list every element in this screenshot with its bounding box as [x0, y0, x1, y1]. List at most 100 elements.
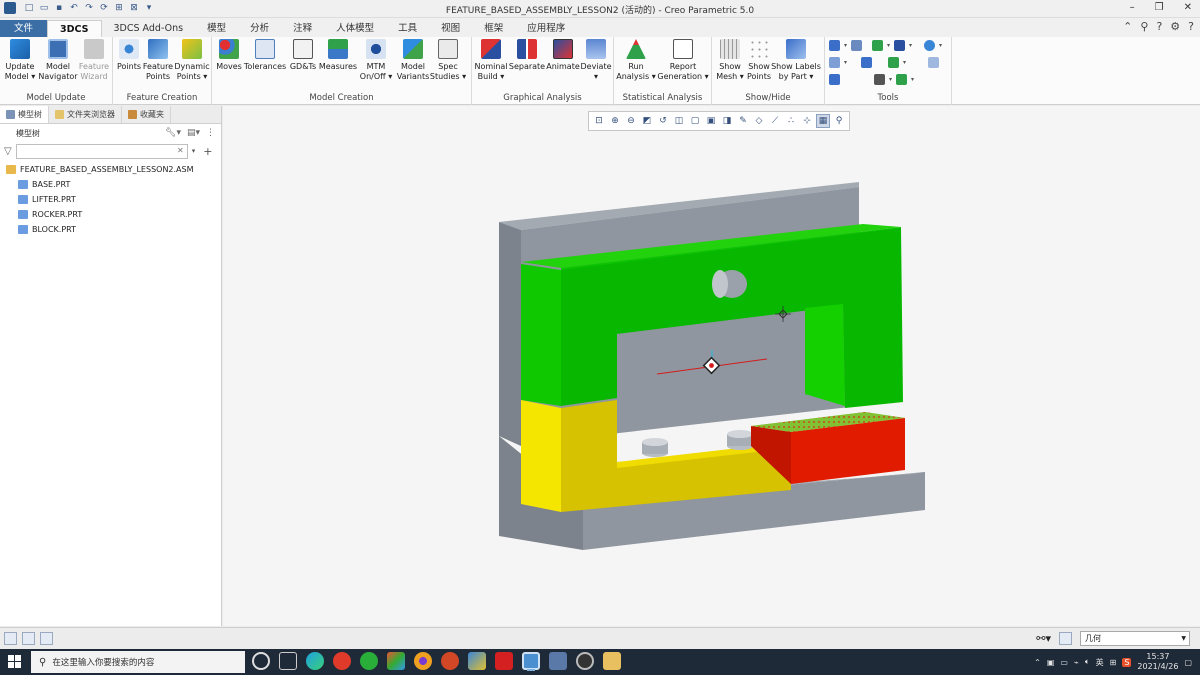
notification-icon[interactable]: ▢	[1184, 658, 1192, 667]
tray-network-icon[interactable]: ▭	[1060, 658, 1068, 667]
tree-item-block[interactable]: BLOCK.PRT	[0, 222, 221, 237]
nominal-build-button[interactable]: Nominal Build ▾	[471, 39, 511, 82]
tolerances-button[interactable]: Tolerances	[244, 39, 286, 72]
tab-manikin[interactable]: 人体模型	[324, 20, 386, 37]
tool-monitor-icon[interactable]	[894, 40, 906, 51]
tab-3dcs[interactable]: 3DCS	[47, 20, 102, 37]
tab-tools[interactable]: 工具	[386, 20, 429, 37]
tool-check-icon[interactable]	[872, 40, 884, 51]
tree-item-base[interactable]: BASE.PRT	[0, 177, 221, 192]
tree-show-icon[interactable]: ▤▾	[187, 128, 200, 138]
tab-analysis[interactable]: 分析	[238, 20, 281, 37]
minimize-icon[interactable]: –	[1130, 2, 1135, 13]
app-icon[interactable]	[387, 652, 405, 670]
status-bar: ⚯▾ 几何 ▼	[0, 627, 1200, 649]
edge-icon[interactable]	[306, 652, 324, 670]
taskbar-search[interactable]: ⚲ 在这里输入你要搜索的内容	[31, 651, 245, 673]
settings-icon[interactable]: ⚙	[1170, 20, 1180, 33]
tray-app-icon[interactable]: ▣	[1047, 658, 1055, 667]
tool-globe-icon[interactable]	[924, 40, 936, 51]
tool-settings-icon[interactable]	[829, 40, 840, 51]
run-analysis-button[interactable]: Run Analysis ▾	[616, 39, 656, 82]
close-icon[interactable]: ✕	[1184, 2, 1192, 13]
remote-icon[interactable]	[549, 652, 567, 670]
tray-input-icon[interactable]: ⊞	[1110, 658, 1117, 667]
filter-icon[interactable]: ▽	[4, 146, 12, 157]
feature-wizard-button[interactable]: Feature Wizard	[74, 39, 114, 82]
help-icon[interactable]: ?	[1156, 20, 1162, 33]
tab-view[interactable]: 视图	[429, 20, 472, 37]
clear-search-icon[interactable]: ✕	[177, 146, 184, 155]
collapse-ribbon-icon[interactable]: ⌃	[1123, 20, 1132, 33]
tab-applications[interactable]: 应用程序	[515, 20, 577, 37]
mtm-onoff-button[interactable]: MTM On/Off ▾	[356, 39, 396, 82]
tab-framework[interactable]: 框架	[472, 20, 515, 37]
file-explorer-icon[interactable]	[603, 652, 621, 670]
tool-sequence-icon[interactable]	[829, 57, 840, 68]
windows-start-icon[interactable]	[8, 655, 21, 668]
graphics-viewport[interactable]: ⊡ ⊕ ⊖ ◩ ↺ ◫ ▢ ▣ ◨ ✎ ◇ ⟋ ∴ ⊹ ▦ ⚲	[223, 106, 1200, 626]
tray-sogou-icon[interactable]: S	[1122, 657, 1132, 667]
tool-table-icon[interactable]	[888, 57, 900, 68]
paint-icon[interactable]	[468, 652, 486, 670]
tree-search-input[interactable]	[16, 144, 187, 158]
tab-favorites[interactable]: 收藏夹	[122, 106, 171, 123]
tool-wrench-icon[interactable]	[851, 40, 863, 51]
browser-icon[interactable]	[333, 652, 351, 670]
tree-item-assembly[interactable]: FEATURE_BASED_ASSEMBLY_LESSON2.ASM	[0, 162, 221, 177]
cortana-icon[interactable]	[252, 652, 270, 670]
restore-icon[interactable]: ❐	[1155, 2, 1164, 13]
show-labels-by-part-button[interactable]: Show Labels by Part ▾	[771, 39, 821, 82]
task-view-icon[interactable]	[279, 652, 297, 670]
tool-compare-icon[interactable]	[829, 74, 840, 85]
tab-model[interactable]: 模型	[195, 20, 238, 37]
firefox-icon[interactable]	[414, 652, 432, 670]
deviate-button[interactable]: Deviate ▾	[576, 39, 616, 82]
powerpoint-icon[interactable]	[441, 652, 459, 670]
tool-export-icon[interactable]	[896, 74, 908, 85]
toggle-navigator-icon[interactable]	[4, 632, 17, 645]
tab-3dcs-addons[interactable]: 3DCS Add-Ons	[102, 20, 196, 37]
tray-language[interactable]: 英	[1096, 657, 1104, 668]
tray-wifi-icon[interactable]: ⌁	[1074, 658, 1079, 667]
help-search-icon[interactable]: ⚲	[1140, 20, 1148, 33]
tab-file[interactable]: 文件	[0, 20, 48, 37]
report-generation-button[interactable]: Report Generation ▾	[657, 39, 709, 82]
obs-icon[interactable]	[576, 652, 594, 670]
tool-probe-icon[interactable]	[874, 74, 885, 85]
tool-gear-icon[interactable]	[861, 57, 873, 68]
full-screen-icon[interactable]	[40, 632, 53, 645]
update-model-button[interactable]: Update Model ▾	[0, 39, 40, 82]
dynamic-points-button[interactable]: Dynamic Points ▾	[172, 39, 212, 82]
tray-expand-icon[interactable]: ⌃	[1034, 658, 1041, 667]
wechat-icon[interactable]	[360, 652, 378, 670]
tab-folder-browser[interactable]: 文件夹浏览器	[49, 106, 122, 123]
tab-annotate[interactable]: 注释	[281, 20, 324, 37]
find-icon[interactable]: ⚯▾	[1036, 632, 1051, 645]
tool-refresh-icon[interactable]	[928, 57, 940, 68]
search-dropdown-icon[interactable]: ▾	[192, 147, 196, 155]
tree-filter-icon[interactable]: ⋮	[206, 128, 215, 138]
clock[interactable]: 15:37 2021/4/26	[1137, 652, 1178, 672]
tree-item-rocker[interactable]: ROCKER.PRT	[0, 207, 221, 222]
tools-row-3: ▾ ▾	[829, 74, 914, 85]
assembly-model[interactable]	[223, 106, 1200, 626]
tree-item-lifter[interactable]: LIFTER.PRT	[0, 192, 221, 207]
selection-filter-select[interactable]: 几何 ▼	[1080, 631, 1190, 646]
measures-button[interactable]: Measures	[318, 39, 358, 72]
model-variants-button[interactable]: Model Variants	[393, 39, 433, 82]
model-navigator-button[interactable]: Model Navigator	[38, 39, 78, 82]
help-dropdown-icon[interactable]: ?	[1188, 20, 1194, 33]
add-icon[interactable]: +	[203, 145, 212, 158]
tree-search-box: ✕	[15, 143, 188, 159]
separate-button[interactable]: Separate	[507, 39, 547, 72]
tray-volume-icon[interactable]: 🔈︎	[1085, 657, 1090, 667]
gdts-button[interactable]: GD&Ts	[283, 39, 323, 72]
creo-icon[interactable]	[522, 652, 540, 671]
spec-studies-button[interactable]: Spec Studies ▾	[428, 39, 468, 82]
selection-buffer-icon[interactable]	[1059, 632, 1072, 645]
acrobat-icon[interactable]	[495, 652, 513, 670]
tree-settings-icon[interactable]: 🔧︎▾	[165, 128, 181, 138]
toggle-browser-icon[interactable]	[22, 632, 35, 645]
tab-model-tree[interactable]: 模型树	[0, 106, 49, 123]
